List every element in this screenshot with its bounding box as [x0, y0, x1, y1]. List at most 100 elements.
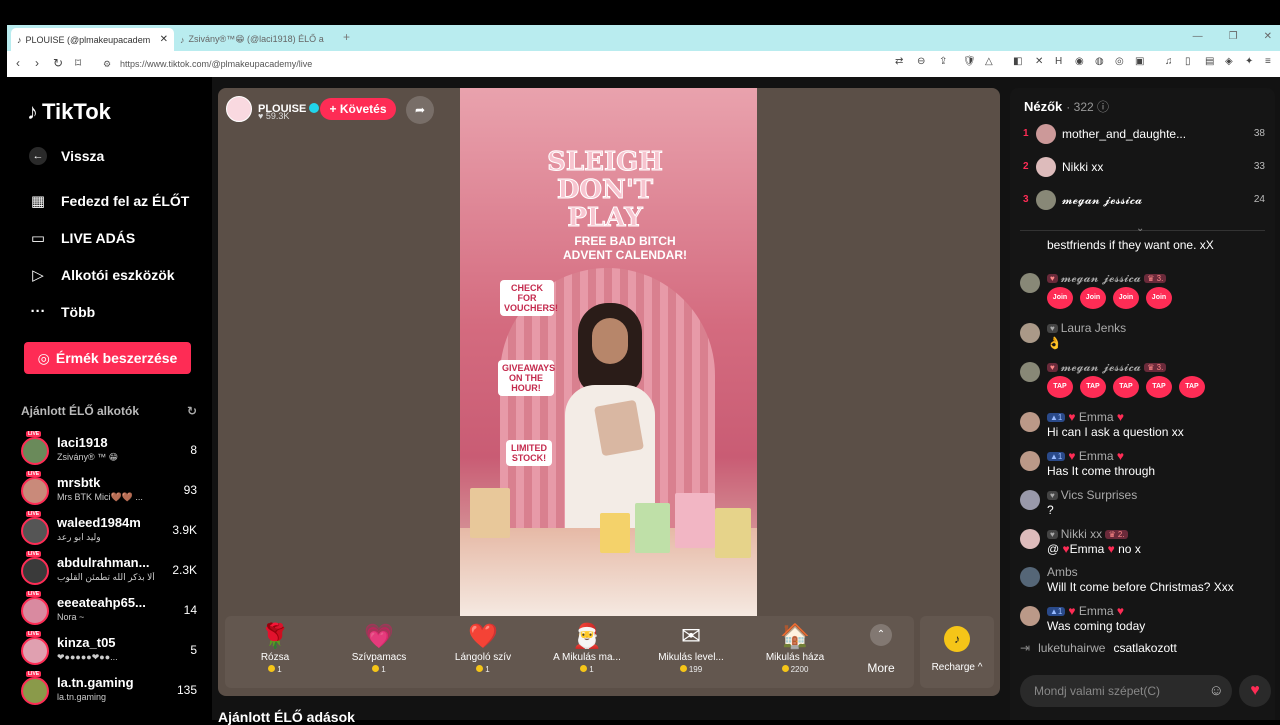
follow-button[interactable]: + Követés: [320, 98, 396, 120]
gift-item[interactable]: 🌹 Rózsa 1: [225, 622, 325, 674]
expand-chevron-icon[interactable]: ⌄: [1136, 223, 1144, 234]
bookmark-icon[interactable]: ⌑: [75, 56, 81, 70]
close-window-icon[interactable]: ✕: [1264, 31, 1272, 42]
viewers-header[interactable]: Nézők · 322 ⓘ: [1024, 98, 1109, 115]
message-author[interactable]: Ambs: [1047, 565, 1078, 579]
enter-icon: ⇥: [1020, 641, 1031, 655]
top-viewer[interactable]: 1 mother_and_daughte... 38: [1020, 122, 1265, 146]
rewards-icon[interactable]: △: [985, 56, 993, 67]
nav-live-studio[interactable]: ▭ LIVE ADÁS: [29, 229, 135, 247]
sidebar-icon[interactable]: ▯: [1185, 56, 1191, 67]
new-tab-icon[interactable]: +: [343, 30, 350, 44]
restore-icon[interactable]: ❐: [1229, 31, 1238, 42]
like-heart-button[interactable]: ♥: [1239, 675, 1271, 707]
site-settings-icon[interactable]: ⚙: [103, 55, 111, 73]
host-info[interactable]: PLOUISE ♥ 59.3K: [226, 96, 320, 122]
wallet-icon[interactable]: ▤: [1205, 56, 1214, 67]
gift-item[interactable]: ✉ Mikulás level... 199: [641, 622, 741, 674]
message-author[interactable]: ♥ Laura Jenks: [1047, 321, 1126, 335]
minimize-icon[interactable]: —: [1193, 31, 1203, 42]
viewer-score: 33: [1253, 161, 1265, 172]
creator-nickname: ألا بذكر الله تطمئن القلوب ...: [57, 572, 157, 582]
live-badge: LIVE: [26, 631, 42, 637]
mention-name[interactable]: Emma: [1070, 542, 1105, 556]
gift-item[interactable]: ❤️ Lángoló szív 1: [433, 622, 533, 674]
gift-item[interactable]: 💗 Szívpamacs 1: [329, 622, 429, 674]
joined-user[interactable]: luketuhairwe: [1038, 641, 1105, 655]
emoji-icon[interactable]: ☺: [1209, 675, 1224, 707]
extension-icon[interactable]: ◍: [1095, 56, 1104, 67]
creator-item[interactable]: LIVE eeeateahp65... Nora ~ 14: [21, 591, 197, 631]
chat-input[interactable]: Mondj valami szépet(C) ☺: [1020, 675, 1232, 707]
avatar[interactable]: [1020, 323, 1040, 343]
screen: ♪ PLOUISE (@plmakeupacadem ✕ ♪ Zsivány®™…: [0, 0, 1280, 725]
refresh-icon[interactable]: ↻: [187, 404, 197, 418]
nav-explore-live[interactable]: ▦ Fedezd fel az ÉLŐT: [29, 192, 189, 210]
nav-more[interactable]: ··· Több: [29, 303, 96, 320]
forward-icon[interactable]: ›: [35, 56, 39, 70]
level-badge: ♥: [1047, 530, 1058, 539]
avatar[interactable]: [1020, 567, 1040, 587]
message-author[interactable]: ▲1 ♥ Emma ♥: [1047, 604, 1124, 618]
creator-item[interactable]: LIVE la.tn.gaming la.tn.gaming 135: [21, 671, 197, 711]
recharge-button[interactable]: ♪ Recharge ^: [920, 616, 994, 688]
creator-item[interactable]: LIVE mrsbtk Mrs BTK Mici🤎🤎 ... 93: [21, 471, 197, 511]
nav-creator-tools[interactable]: ▷ Alkotói eszközök: [29, 266, 174, 284]
creator-item[interactable]: LIVE waleed1984m وليد ابو رعد 3.9K: [21, 511, 197, 551]
back-link[interactable]: ← Vissza: [29, 147, 104, 165]
extension-icon[interactable]: ▣: [1135, 56, 1144, 67]
url-field[interactable]: ⚙ https://www.tiktok.com/@plmakeupacadem…: [98, 55, 888, 73]
avatar: [21, 557, 49, 585]
gift-name: A Mikulás ma...: [553, 652, 621, 663]
message-author[interactable]: ▲1 ♥ Emma ♥: [1047, 449, 1124, 463]
message-author[interactable]: ♥ 𝓶𝓮𝓰𝓪𝓷 𝓳𝓮𝓼𝓼𝓲𝓬𝓪 ♛ 3.: [1047, 360, 1169, 375]
extension-icon[interactable]: ◎: [1115, 56, 1124, 67]
avatar[interactable]: [1020, 412, 1040, 432]
avatar[interactable]: [1020, 362, 1040, 382]
avatar[interactable]: [1020, 451, 1040, 471]
gift-item[interactable]: 🏠 Mikulás háza 2200: [745, 622, 845, 674]
menu-icon[interactable]: ≡: [1265, 56, 1271, 67]
level-badge: ♥: [1047, 491, 1058, 500]
top-viewer[interactable]: 2 Nikki xx 33: [1020, 155, 1265, 179]
message-author[interactable]: ♥ 𝓶𝓮𝓰𝓪𝓷 𝓳𝓮𝓼𝓼𝓲𝓬𝓪 ♛ 3.: [1047, 271, 1169, 286]
top-viewer[interactable]: 3 𝓶𝓮𝓰𝓪𝓷 𝓳𝓮𝓼𝓼𝓲𝓬𝓪 24: [1020, 188, 1265, 212]
reload-icon[interactable]: ↻: [53, 56, 63, 70]
share-page-icon[interactable]: ⇪: [939, 56, 947, 67]
avatar[interactable]: [1020, 490, 1040, 510]
more-gifts-button[interactable]: ⌃ More: [859, 624, 903, 675]
creator-item[interactable]: LIVE kinza_t05 ❤●●●●●❤●●... 5: [21, 631, 197, 671]
extension-icon[interactable]: ◉: [1075, 56, 1084, 67]
extensions-icon[interactable]: ✦: [1245, 56, 1253, 67]
media-icon[interactable]: ♫: [1165, 56, 1173, 67]
gift-item[interactable]: 🎅 A Mikulás ma... 1: [537, 622, 637, 674]
avatar[interactable]: [1020, 606, 1040, 626]
product-box: [600, 513, 630, 553]
vpn-icon[interactable]: ◈: [1225, 56, 1233, 67]
live-video[interactable]: SLEIGH DON'T PLAY FREE BAD BITCH ADVENT …: [460, 88, 757, 616]
translate-icon[interactable]: ⇄: [895, 56, 903, 67]
join-emote-icon: Join: [1080, 287, 1106, 309]
extension-icon[interactable]: ✕: [1035, 56, 1043, 67]
level-badge: ▲1: [1047, 452, 1066, 461]
extension-icon[interactable]: ◧: [1013, 56, 1022, 67]
close-tab-icon[interactable]: ✕: [160, 34, 168, 45]
avatar[interactable]: [1020, 273, 1040, 293]
tab-laci1918[interactable]: ♪ Zsivány®™😁 (@laci1918) ÉLŐ a: [174, 28, 339, 51]
tab-plouise[interactable]: ♪ PLOUISE (@plmakeupacadem ✕: [11, 28, 174, 51]
tiktok-logo[interactable]: ♪ TikTok: [27, 99, 111, 125]
avatar[interactable]: [1020, 529, 1040, 549]
back-icon[interactable]: ‹: [16, 56, 20, 70]
share-icon[interactable]: ➦: [406, 96, 434, 124]
extension-icon[interactable]: H: [1055, 56, 1062, 67]
brave-shield-icon[interactable]: 🛡: [963, 56, 976, 67]
get-coins-button[interactable]: ◎ Érmék beszerzése: [24, 342, 191, 374]
tiktok-logo-icon: ♪: [27, 99, 38, 124]
creator-item[interactable]: LIVE laci1918 Zsivány® ™ 😁 8: [21, 431, 197, 471]
message-author[interactable]: ▲1 ♥ Emma ♥: [1047, 410, 1124, 424]
host-avatar[interactable]: [226, 96, 252, 122]
zoom-icon[interactable]: ⊖: [917, 56, 925, 67]
message-author[interactable]: ♥ Vics Surprises: [1047, 488, 1137, 502]
creator-item[interactable]: LIVE abdulrahman... ألا بذكر الله تطمئن …: [21, 551, 197, 591]
message-author[interactable]: ♥ Nikki xx ♛ 2.: [1047, 527, 1131, 541]
